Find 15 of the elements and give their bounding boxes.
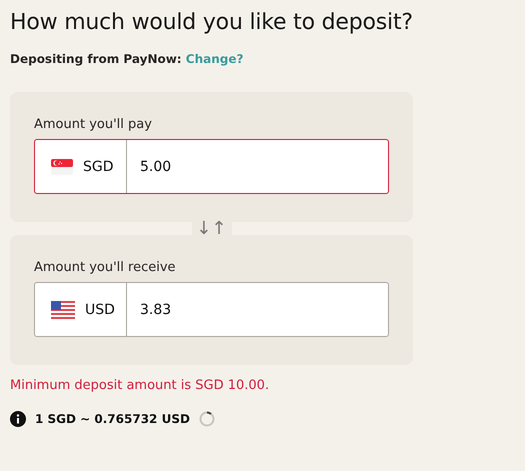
currency-code: USD — [85, 302, 115, 318]
amount-field[interactable]: USD 3.83 — [34, 282, 389, 337]
amount-field[interactable]: SGD 5.00 — [34, 139, 389, 194]
error-message: Minimum deposit amount is SGD 10.00. — [10, 378, 270, 393]
exchange-rate: 1 SGD ~ 0.765732 USD — [35, 412, 190, 426]
page-heading: How much would you like to deposit? — [10, 10, 414, 35]
payment-source-label: Depositing from PayNow: — [10, 52, 182, 66]
amount-value: 5.00 — [139, 158, 172, 176]
flag-icon — [51, 158, 73, 174]
flag-icon — [51, 300, 75, 318]
field-label: Amount you'll receive — [34, 260, 177, 275]
amount-value: 3.83 — [139, 300, 172, 320]
currency-code: SGD — [83, 158, 114, 174]
info-icon[interactable] — [10, 411, 26, 427]
field-label: Amount you'll pay — [34, 117, 153, 132]
